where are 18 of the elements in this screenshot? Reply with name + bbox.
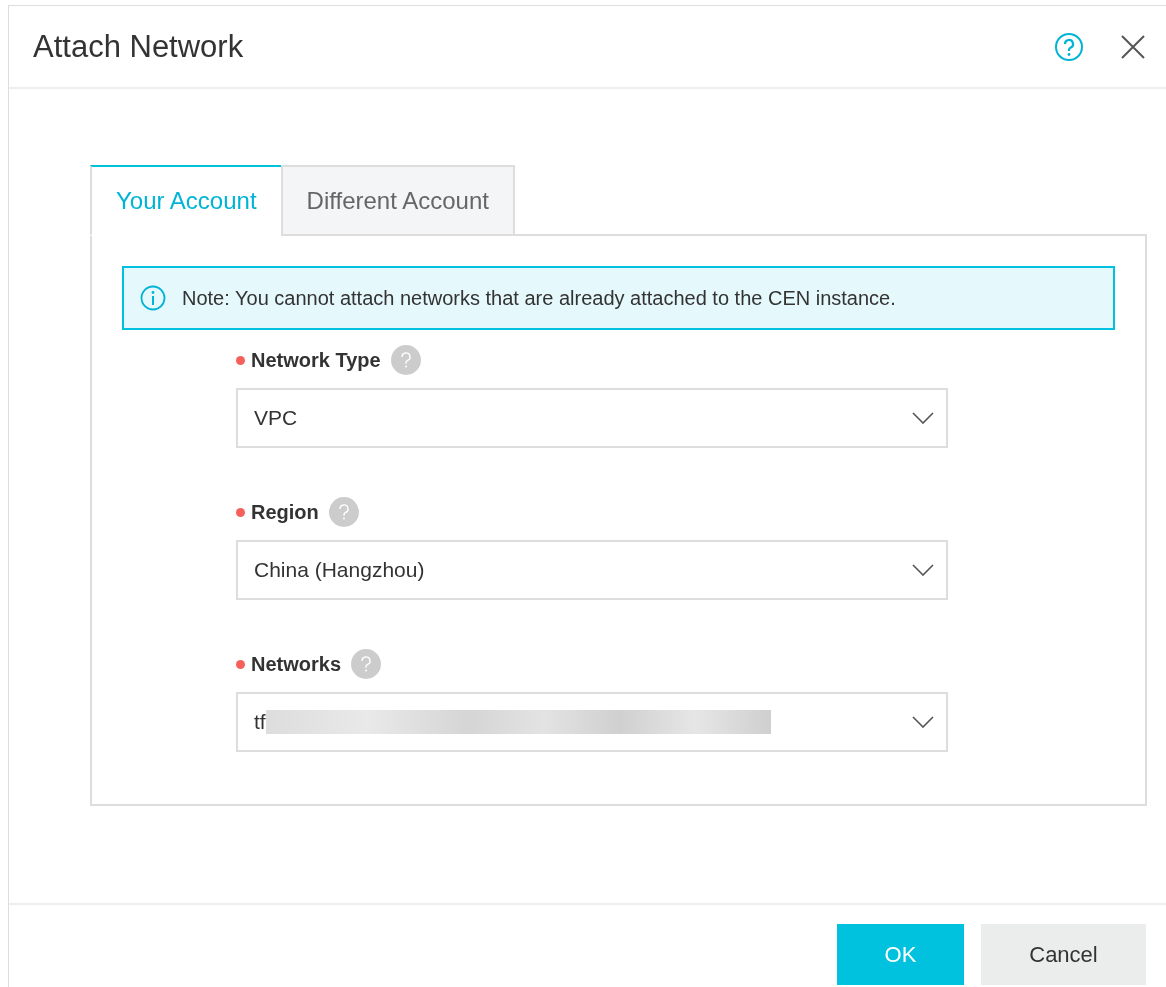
- note-text: Note: You cannot attach networks that are already attached to the CEN instance.: [182, 286, 896, 310]
- close-button[interactable]: [1120, 33, 1146, 60]
- dialog-title: Attach Network: [33, 28, 245, 65]
- info-icon: [140, 285, 166, 311]
- select-field[interactable]: tf: [236, 692, 948, 752]
- chevron-down-icon: [912, 716, 934, 728]
- tab[interactable]: Different Account: [280, 165, 515, 236]
- field-label: Network Type: [251, 348, 381, 372]
- field-label: Networks: [251, 652, 342, 676]
- select-field[interactable]: China (Hangzhou): [236, 540, 948, 600]
- chevron-down-icon: [912, 412, 934, 424]
- help-icon: [351, 649, 382, 679]
- field-label: Region: [251, 500, 319, 524]
- chevron-down-icon: [912, 564, 934, 576]
- help-icon: [390, 345, 421, 375]
- help-icon: [328, 497, 359, 527]
- select-field[interactable]: VPC: [236, 388, 948, 448]
- cancel-button[interactable]: Cancel: [981, 924, 1146, 985]
